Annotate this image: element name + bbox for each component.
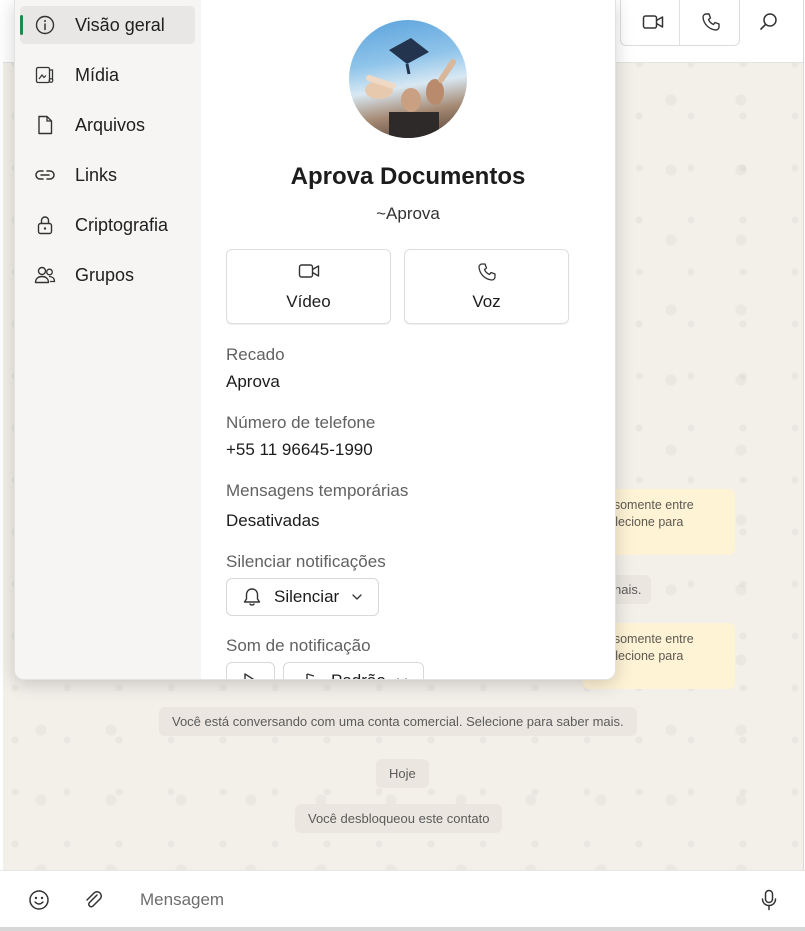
message-composer: [0, 870, 805, 928]
nav-item-label: Links: [75, 164, 118, 185]
search-button[interactable]: [749, 2, 789, 42]
about-value: Aprova: [226, 372, 280, 391]
video-camera-icon: [642, 13, 664, 31]
active-indicator: [20, 15, 23, 35]
mute-notifications-label: Silenciar notificações: [226, 552, 386, 571]
about-label: Recado: [226, 345, 285, 364]
call-button-group: [620, 0, 740, 46]
disappearing-messages-label: Mensagens temporárias: [226, 481, 409, 500]
nav-item-label: Criptografia: [75, 214, 169, 235]
date-chip: Hoje: [376, 759, 429, 788]
nav-item-links[interactable]: Links: [20, 156, 195, 194]
avatar[interactable]: [349, 20, 467, 138]
nav-item-overview[interactable]: Visão geral: [20, 6, 195, 44]
groups-icon: [34, 264, 56, 286]
notification-sound-label: Som de notificação: [226, 636, 371, 655]
microphone-icon: [759, 889, 779, 911]
divider: [679, 0, 680, 45]
contact-overview: Aprova Documentos ~Aprova Vídeo Voz Reca…: [201, 0, 615, 679]
business-account-notice[interactable]: Você está conversando com uma conta come…: [159, 707, 637, 736]
sound-dropdown[interactable]: Padrão: [283, 662, 424, 679]
nav-item-encryption[interactable]: Criptografia: [20, 206, 195, 244]
paperclip-icon: [82, 889, 104, 911]
emoji-button[interactable]: [24, 885, 54, 915]
video-call-button[interactable]: [633, 2, 673, 42]
message-input[interactable]: [138, 888, 722, 912]
bell-icon: [241, 586, 263, 608]
emoji-icon: [28, 889, 50, 911]
phone-icon: [701, 12, 721, 32]
file-icon: [34, 114, 56, 136]
media-icon: [34, 64, 56, 86]
video-call-action-button[interactable]: Vídeo: [226, 249, 391, 324]
mute-dropdown[interactable]: Silenciar: [226, 578, 379, 616]
contact-info-nav: Visão geral Mídia Arquivos Links Criptog…: [15, 0, 201, 679]
video-camera-icon: [227, 262, 390, 284]
mute-dropdown-value: Silenciar: [274, 587, 340, 606]
phone-label: Número de telefone: [226, 413, 376, 432]
unblocked-notice: Você desbloqueou este contato: [295, 804, 503, 833]
play-sound-button[interactable]: [226, 662, 275, 679]
link-icon: [34, 164, 56, 186]
nav-item-files[interactable]: Arquivos: [20, 106, 195, 144]
phone-icon: [405, 262, 568, 284]
sound-dropdown-value: Padrão: [331, 671, 386, 679]
nav-item-label: Grupos: [75, 264, 135, 285]
info-icon: [34, 14, 56, 36]
video-call-label: Vídeo: [286, 292, 331, 311]
phone-value[interactable]: +55 11 96645-1990: [226, 440, 373, 460]
nav-item-media[interactable]: Mídia: [20, 56, 195, 94]
nav-item-label: Mídia: [75, 64, 120, 85]
attach-button[interactable]: [78, 885, 108, 915]
chevron-down-icon: [395, 674, 409, 679]
chevron-down-icon: [350, 590, 364, 604]
voice-call-action-button[interactable]: Voz: [404, 249, 569, 324]
voice-call-button[interactable]: [691, 2, 731, 42]
nav-item-groups[interactable]: Grupos: [20, 256, 195, 294]
voice-call-label: Voz: [472, 292, 501, 311]
voice-message-button[interactable]: [754, 885, 784, 915]
disappearing-messages-value[interactable]: Desativadas: [226, 511, 320, 531]
music-note-icon: [298, 670, 320, 679]
nav-item-label: Visão geral: [75, 14, 165, 35]
lock-icon: [34, 214, 56, 236]
search-icon: [759, 12, 779, 32]
contact-push-name: ~Aprova: [376, 204, 440, 223]
nav-item-label: Arquivos: [75, 114, 146, 135]
contact-info-popover: Visão geral Mídia Arquivos Links Criptog…: [14, 0, 616, 680]
play-icon: [239, 670, 261, 679]
contact-name: Aprova Documentos: [290, 163, 526, 190]
window-bottom-edge: [0, 927, 805, 931]
